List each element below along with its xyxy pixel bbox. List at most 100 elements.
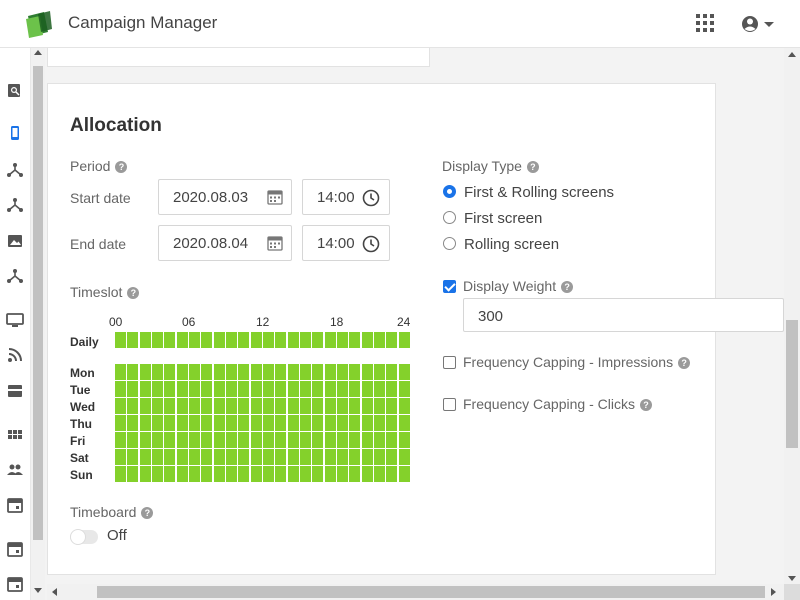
timeslot-cell[interactable] — [324, 364, 337, 380]
timeslot-cell[interactable] — [250, 449, 263, 465]
timeslot-cell[interactable] — [287, 466, 300, 482]
timeslot-cell[interactable] — [188, 381, 201, 397]
timeslot-cell[interactable] — [201, 381, 214, 397]
timeslot-cell[interactable] — [225, 364, 238, 380]
people-icon[interactable] — [6, 461, 24, 479]
timeslot-cell[interactable] — [398, 364, 411, 380]
timeslot-cell[interactable] — [312, 381, 325, 397]
timeslot-cell[interactable] — [299, 398, 312, 414]
help-icon[interactable]: ? — [127, 287, 140, 299]
timeslot-cell[interactable] — [250, 381, 263, 397]
timeslot-cell[interactable] — [287, 381, 300, 397]
timeslot-cell[interactable] — [386, 381, 399, 397]
timeslot-cell[interactable] — [349, 364, 362, 380]
timeslot-cell[interactable] — [361, 332, 374, 348]
apps-grid-icon[interactable] — [694, 12, 716, 34]
timeslot-cell[interactable] — [262, 466, 275, 482]
timeslot-cell[interactable] — [299, 364, 312, 380]
network-icon[interactable] — [6, 161, 24, 179]
timeslot-cell[interactable] — [349, 449, 362, 465]
timeslot-cell[interactable] — [225, 381, 238, 397]
timeslot-cell[interactable] — [151, 381, 164, 397]
timeslot-cell[interactable] — [250, 466, 263, 482]
timeslot-cell[interactable] — [336, 381, 349, 397]
timeslot-cell[interactable] — [139, 332, 152, 348]
timeslot-cell[interactable] — [312, 398, 325, 414]
display-weight-input[interactable]: 300 — [463, 298, 784, 332]
calendar-icon[interactable] — [6, 540, 24, 558]
timeslot-cell[interactable] — [275, 432, 288, 448]
timeslot-cell[interactable] — [324, 332, 337, 348]
timeslot-cell[interactable] — [299, 415, 312, 431]
timeslot-cell[interactable] — [361, 381, 374, 397]
timeslot-cell[interactable] — [201, 364, 214, 380]
timeslot-cell[interactable] — [225, 398, 238, 414]
timeslot-cell[interactable] — [275, 381, 288, 397]
timeslot-cell[interactable] — [164, 415, 177, 431]
timeslot-cell[interactable] — [176, 332, 189, 348]
timeslot-cell[interactable] — [164, 364, 177, 380]
timeslot-cell[interactable] — [188, 432, 201, 448]
timeslot-cell[interactable] — [262, 364, 275, 380]
timeslot-cell[interactable] — [213, 381, 226, 397]
timeslot-cell[interactable] — [151, 432, 164, 448]
timeslot-cell[interactable] — [151, 398, 164, 414]
timeslot-cell[interactable] — [188, 364, 201, 380]
timeslot-cell[interactable] — [238, 332, 251, 348]
timeslot-cell[interactable] — [398, 398, 411, 414]
timeslot-cell[interactable] — [164, 398, 177, 414]
timeslot-cell[interactable] — [275, 466, 288, 482]
timeslot-cell[interactable] — [127, 398, 140, 414]
timeslot-cell[interactable] — [373, 398, 386, 414]
timeslot-cell[interactable] — [139, 398, 152, 414]
timeslot-cell[interactable] — [361, 415, 374, 431]
timeslot-cell[interactable] — [287, 432, 300, 448]
sidebar-scrollbar-thumb[interactable] — [33, 66, 43, 540]
timeslot-cell[interactable] — [115, 449, 127, 465]
timeslot-cell[interactable] — [336, 449, 349, 465]
timeslot-cell[interactable] — [250, 364, 263, 380]
timeslot-cell[interactable] — [386, 398, 399, 414]
timeslot-cell[interactable] — [238, 364, 251, 380]
mobile-icon[interactable] — [6, 124, 24, 142]
timeslot-cell[interactable] — [262, 332, 275, 348]
timeslot-cell[interactable] — [115, 398, 127, 414]
timeslot-cell[interactable] — [386, 449, 399, 465]
timeslot-cell[interactable] — [176, 398, 189, 414]
timeslot-cell[interactable] — [361, 364, 374, 380]
timeslot-cell[interactable] — [349, 398, 362, 414]
timeslot-cell[interactable] — [299, 381, 312, 397]
timeslot-cell[interactable] — [139, 415, 152, 431]
timeslot-cell[interactable] — [398, 381, 411, 397]
timeslot-cell[interactable] — [176, 466, 189, 482]
end-time-input[interactable]: 14:00 — [302, 225, 390, 261]
timeslot-cell[interactable] — [188, 449, 201, 465]
horizontal-scrollbar-thumb[interactable] — [97, 586, 765, 598]
timeslot-cell[interactable] — [275, 415, 288, 431]
timeslot-cell[interactable] — [139, 449, 152, 465]
end-date-input[interactable]: 2020.08.04 — [158, 225, 292, 261]
timeslot-cell[interactable] — [213, 332, 226, 348]
rss-icon[interactable] — [6, 346, 24, 364]
app-logo[interactable] — [24, 10, 54, 38]
timeslot-cell[interactable] — [361, 398, 374, 414]
timeslot-cell[interactable] — [250, 332, 263, 348]
timeslot-cell[interactable] — [373, 466, 386, 482]
timeslot-cell[interactable] — [201, 432, 214, 448]
timeslot-cell[interactable] — [176, 432, 189, 448]
timeslot-cell[interactable] — [225, 332, 238, 348]
timeslot-cell[interactable] — [201, 415, 214, 431]
timeslot-cell[interactable] — [115, 466, 127, 482]
timeslot-cell[interactable] — [225, 432, 238, 448]
timeslot-cell[interactable] — [213, 415, 226, 431]
timeslot-cell[interactable] — [349, 415, 362, 431]
search-icon[interactable] — [6, 82, 24, 100]
timeslot-cell[interactable] — [373, 332, 386, 348]
scroll-down-arrow[interactable] — [34, 588, 42, 593]
help-icon[interactable]: ? — [115, 161, 128, 173]
radio-first-rolling[interactable] — [443, 185, 456, 198]
timeslot-cell[interactable] — [127, 364, 140, 380]
timeslot-cell[interactable] — [250, 398, 263, 414]
scroll-left-arrow[interactable] — [52, 588, 57, 596]
calendar-icon[interactable] — [6, 496, 24, 514]
